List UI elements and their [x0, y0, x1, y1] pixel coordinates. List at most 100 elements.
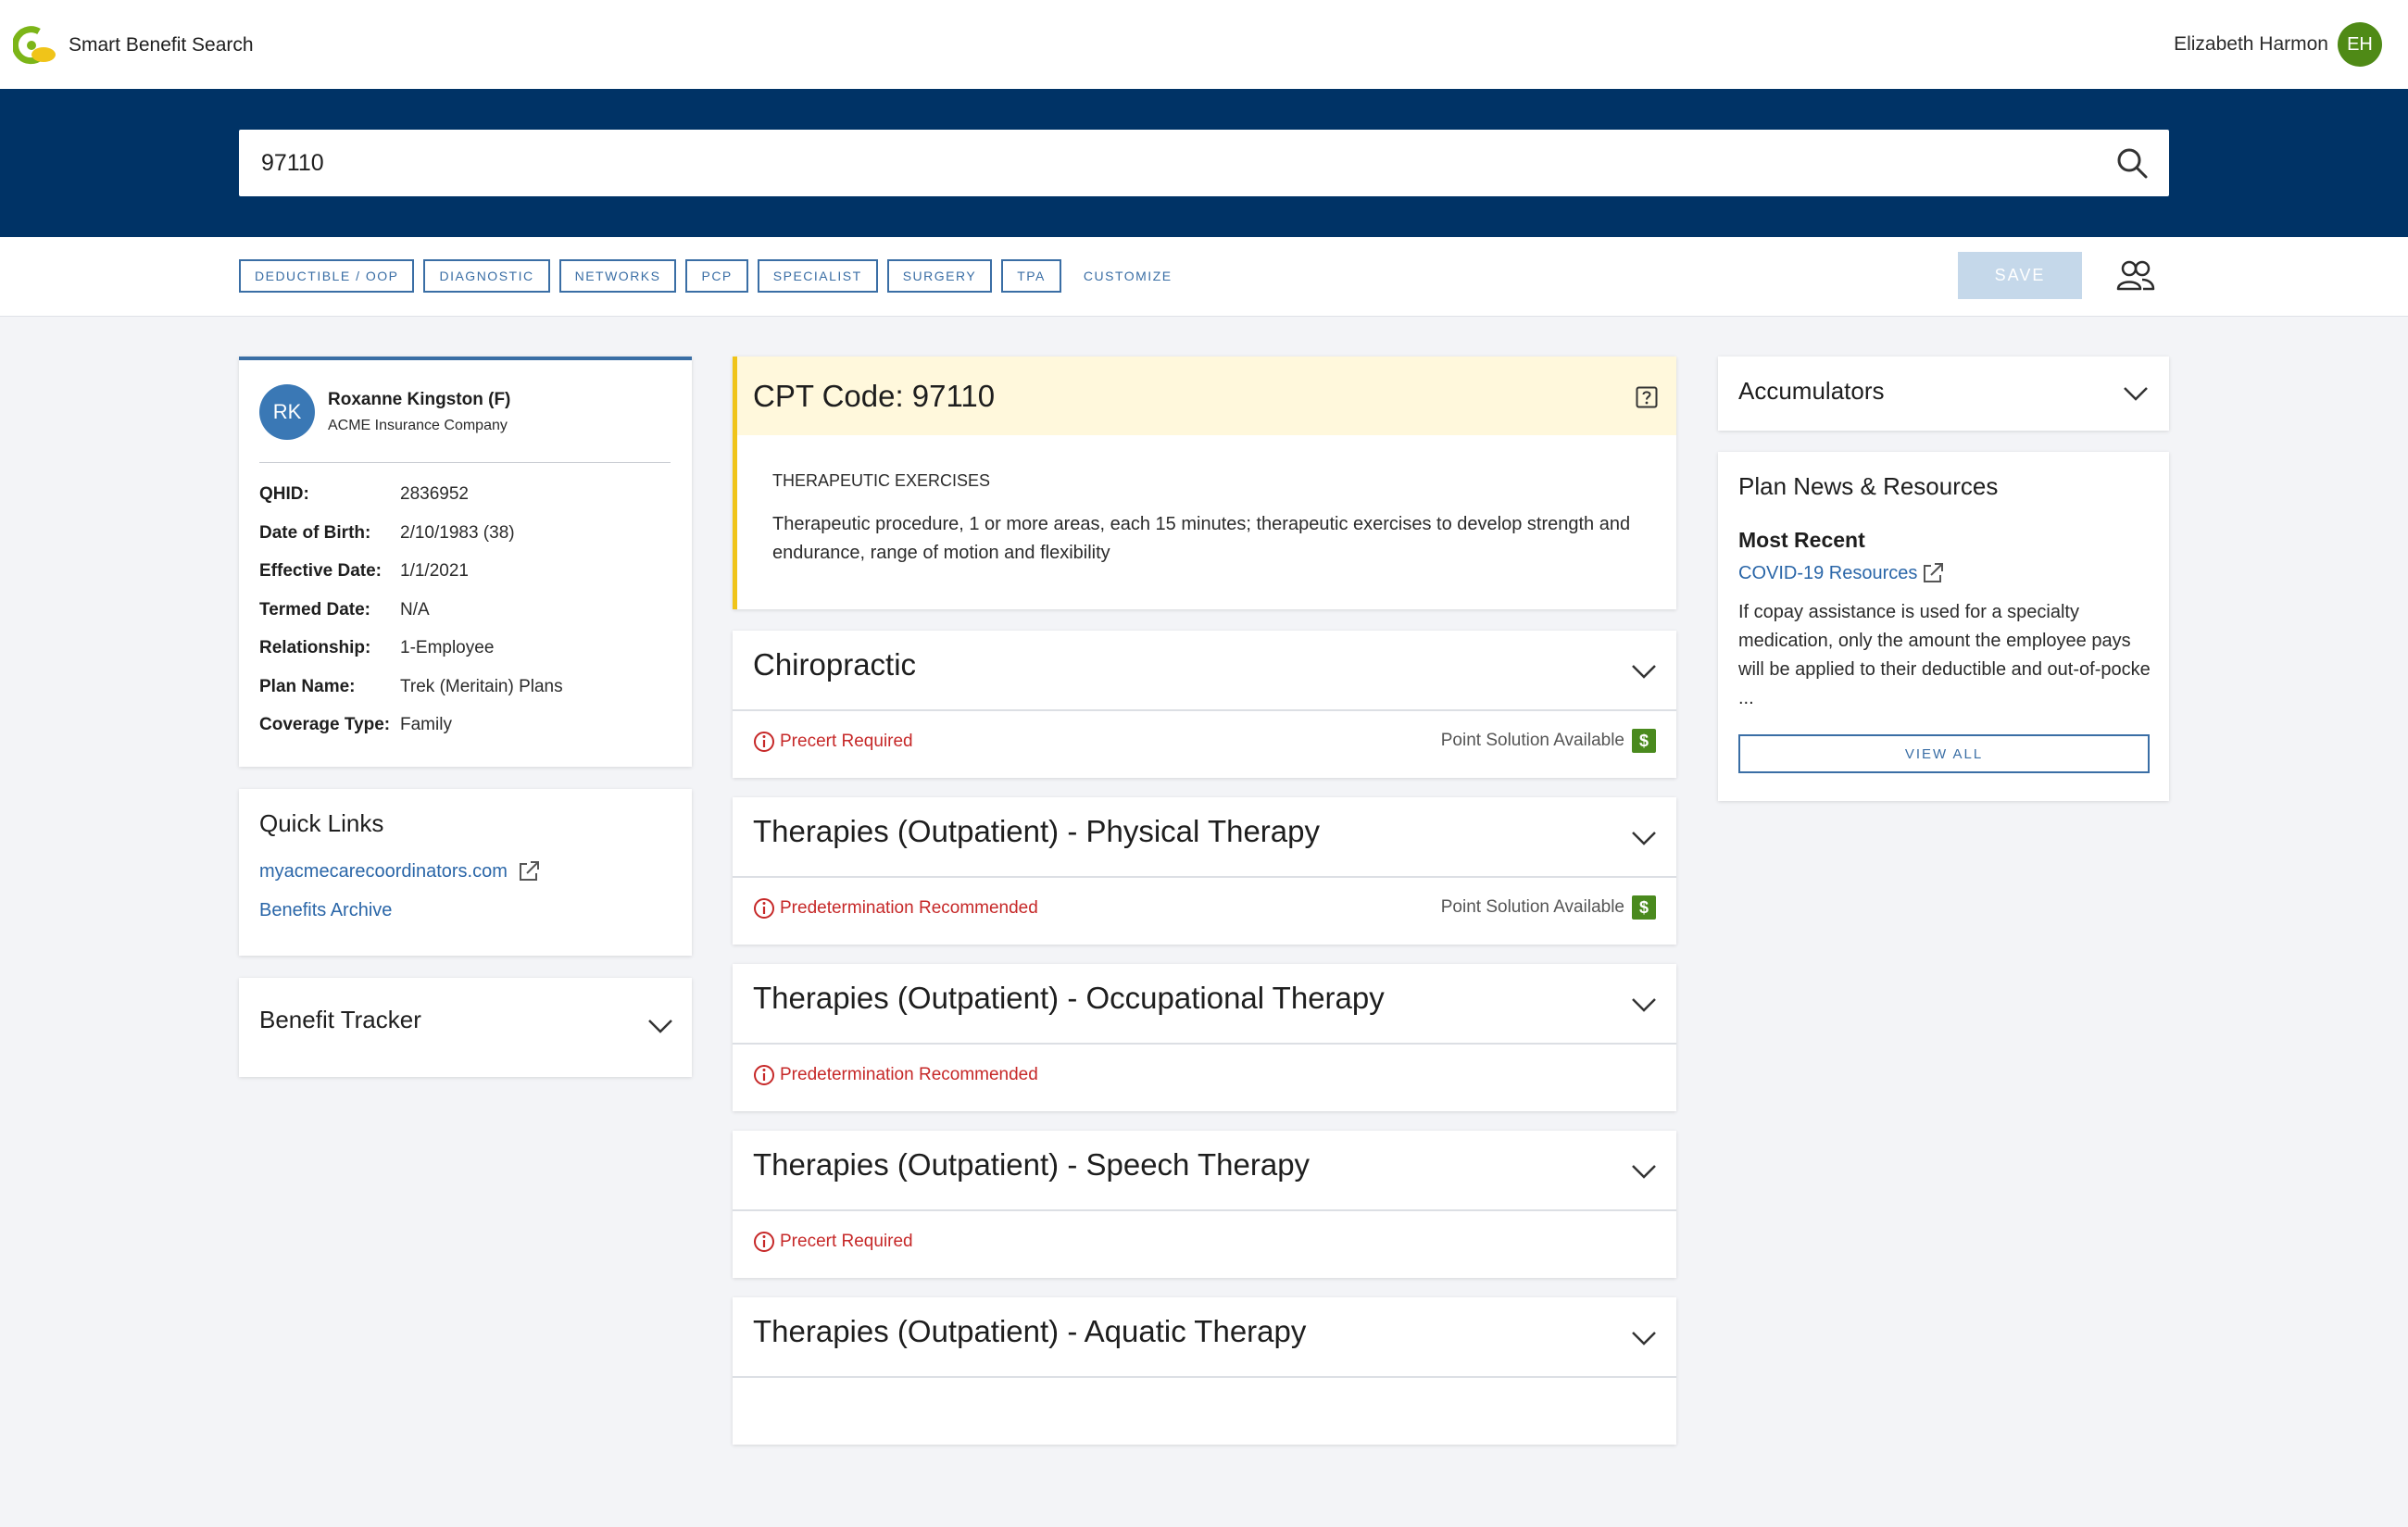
quick-link-label[interactable]: myacmecarecoordinators.com: [259, 861, 508, 882]
chevron-down-icon[interactable]: [1631, 1164, 1657, 1179]
help-icon[interactable]: [1636, 386, 1658, 408]
field-label: Plan Name:: [259, 676, 356, 696]
chevron-down-icon[interactable]: [1631, 1331, 1657, 1346]
field-row: Relationship: 1-Employee: [259, 638, 563, 677]
field-value: Family: [400, 715, 452, 734]
chip-pcp[interactable]: PCP: [685, 259, 748, 293]
dollar-icon[interactable]: $: [1632, 895, 1656, 920]
benefit-status: Predetermination Recommended: [753, 1064, 1038, 1086]
benefit-status-label: Predetermination Recommended: [780, 1065, 1038, 1084]
field-value: 1/1/2021: [400, 561, 469, 581]
chip-networks[interactable]: NETWORKS: [558, 259, 677, 293]
covid-resources-link[interactable]: COVID-19 Resources: [1738, 561, 1945, 585]
search-box: [239, 130, 2169, 196]
view-all-button[interactable]: VIEW ALL: [1738, 734, 2150, 773]
divider: [733, 1376, 1676, 1378]
cpt-header: CPT Code: 97110: [737, 357, 1676, 435]
benefit-card-aquatic-therapy[interactable]: Therapies (Outpatient) - Aquatic Therapy: [733, 1297, 1676, 1445]
info-icon: [754, 732, 774, 752]
quick-links-card: Quick Links myacmecarecoordinators.com B…: [239, 789, 692, 956]
external-link-icon: [1924, 563, 1944, 582]
cpt-subtitle: THERAPEUTIC EXERCISES: [772, 471, 991, 490]
benefit-card-occupational-therapy[interactable]: Therapies (Outpatient) - Occupational Th…: [733, 964, 1676, 1111]
chip-surgery[interactable]: SURGERY: [886, 259, 993, 293]
chip-tpa[interactable]: TPA: [1001, 259, 1061, 293]
benefit-status: Precert Required: [753, 1231, 913, 1253]
quick-link-care-coordinators[interactable]: myacmecarecoordinators.com: [259, 859, 541, 883]
people-icon[interactable]: [2115, 257, 2156, 294]
dollar-icon[interactable]: $: [1632, 729, 1656, 753]
benefit-title: Therapies (Outpatient) - Occupational Th…: [753, 981, 1385, 1015]
point-solution-label: Point Solution Available: [1440, 897, 1624, 917]
covid-resources-label[interactable]: COVID-19 Resources: [1738, 563, 1917, 584]
filter-chips: DEDUCTIBLE / OOP DIAGNOSTIC NETWORKS PCP…: [239, 259, 1185, 293]
benefit-title: Therapies (Outpatient) - Speech Therapy: [753, 1147, 1311, 1182]
chevron-down-icon[interactable]: [2123, 386, 2149, 401]
benefit-card-physical-therapy[interactable]: Therapies (Outpatient) - Physical Therap…: [733, 797, 1676, 945]
chevron-down-icon[interactable]: [1631, 831, 1657, 845]
user-name: Elizabeth Harmon: [2174, 33, 2328, 55]
brand[interactable]: Smart Benefit Search: [13, 26, 254, 65]
chip-diagnostic[interactable]: DIAGNOSTIC: [423, 259, 550, 293]
field-row: Termed Date: N/A: [259, 600, 563, 639]
info-icon: [754, 898, 774, 919]
customize-link[interactable]: CUSTOMIZE: [1071, 259, 1185, 293]
field-label: Coverage Type:: [259, 715, 391, 734]
benefit-card-chiropractic[interactable]: Chiropractic Precert Required Point Solu…: [733, 631, 1676, 778]
divider: [259, 462, 671, 463]
field-label: Date of Birth:: [259, 522, 371, 543]
chevron-down-icon[interactable]: [1631, 664, 1657, 679]
chip-deductible-oop[interactable]: DEDUCTIBLE / OOP: [239, 259, 415, 293]
search-input[interactable]: [239, 130, 2073, 196]
benefit-title: Therapies (Outpatient) - Aquatic Therapy: [753, 1314, 1307, 1348]
benefit-title: Therapies (Outpatient) - Physical Therap…: [753, 814, 1320, 848]
benefit-status-label: Precert Required: [780, 1232, 913, 1251]
benefit-tracker-title: Benefit Tracker: [259, 1006, 421, 1033]
user-menu[interactable]: Elizabeth Harmon EH: [2174, 22, 2382, 67]
point-solution[interactable]: Point Solution Available $: [1441, 729, 1656, 753]
plan-news-card: Plan News & Resources Most Recent COVID-…: [1718, 452, 2169, 801]
divider: [733, 709, 1676, 711]
point-solution[interactable]: Point Solution Available $: [1441, 895, 1656, 920]
field-value: 1-Employee: [400, 638, 495, 657]
cpt-code-card: CPT Code: 97110 THERAPEUTIC EXERCISES Th…: [733, 357, 1676, 609]
chevron-down-icon[interactable]: [1631, 997, 1657, 1012]
field-row: Plan Name: Trek (Meritain) Plans: [259, 677, 563, 716]
benefit-tracker-card[interactable]: Benefit Tracker: [239, 978, 692, 1077]
member-fields: QHID: 2836952 Date of Birth: 2/10/1983 (38…: [259, 484, 563, 754]
benefit-title: Chiropractic: [753, 647, 917, 682]
field-row: QHID: 2836952: [259, 484, 563, 523]
app-logo-icon: [13, 26, 56, 65]
point-solution-label: Point Solution Available: [1440, 731, 1624, 750]
search-band: [0, 89, 2408, 237]
search-icon[interactable]: [2115, 146, 2149, 180]
info-icon: [754, 1065, 774, 1085]
field-value: 2/10/1983 (38): [400, 522, 515, 543]
accumulators-card[interactable]: Accumulators: [1718, 357, 2169, 431]
quick-link-benefits-archive[interactable]: Benefits Archive: [259, 900, 392, 921]
benefit-card-speech-therapy[interactable]: Therapies (Outpatient) - Speech Therapy …: [733, 1131, 1676, 1278]
top-bar: Smart Benefit Search Elizabeth Harmon EH: [0, 0, 2408, 89]
field-row: Coverage Type: Family: [259, 715, 563, 754]
field-label: Termed Date:: [259, 599, 371, 620]
field-value: Trek (Meritain) Plans: [400, 676, 563, 696]
member-header: RK Roxanne Kingston (F) ACME Insurance C…: [259, 384, 510, 440]
benefit-status-label: Precert Required: [780, 732, 913, 751]
member-card: RK Roxanne Kingston (F) ACME Insurance C…: [239, 357, 692, 767]
news-excerpt: If copay assistance is used for a specia…: [1738, 602, 2151, 708]
field-value: N/A: [400, 599, 430, 620]
divider: [733, 876, 1676, 878]
divider: [733, 1043, 1676, 1045]
accumulators-title: Accumulators: [1738, 377, 1885, 405]
field-row: Effective Date: 1/1/2021: [259, 561, 563, 600]
chevron-down-icon[interactable]: [647, 1019, 673, 1033]
user-avatar[interactable]: EH: [2338, 22, 2382, 67]
field-label: QHID:: [259, 484, 309, 504]
member-company: ACME Insurance Company: [328, 418, 508, 433]
plan-news-title: Plan News & Resources: [1738, 472, 1999, 500]
field-value: 2836952: [400, 484, 469, 504]
save-button[interactable]: SAVE: [1958, 252, 2082, 299]
chip-specialist[interactable]: SPECIALIST: [757, 259, 878, 293]
cpt-title: CPT Code: 97110: [753, 379, 996, 413]
benefit-status: Precert Required: [753, 731, 913, 753]
